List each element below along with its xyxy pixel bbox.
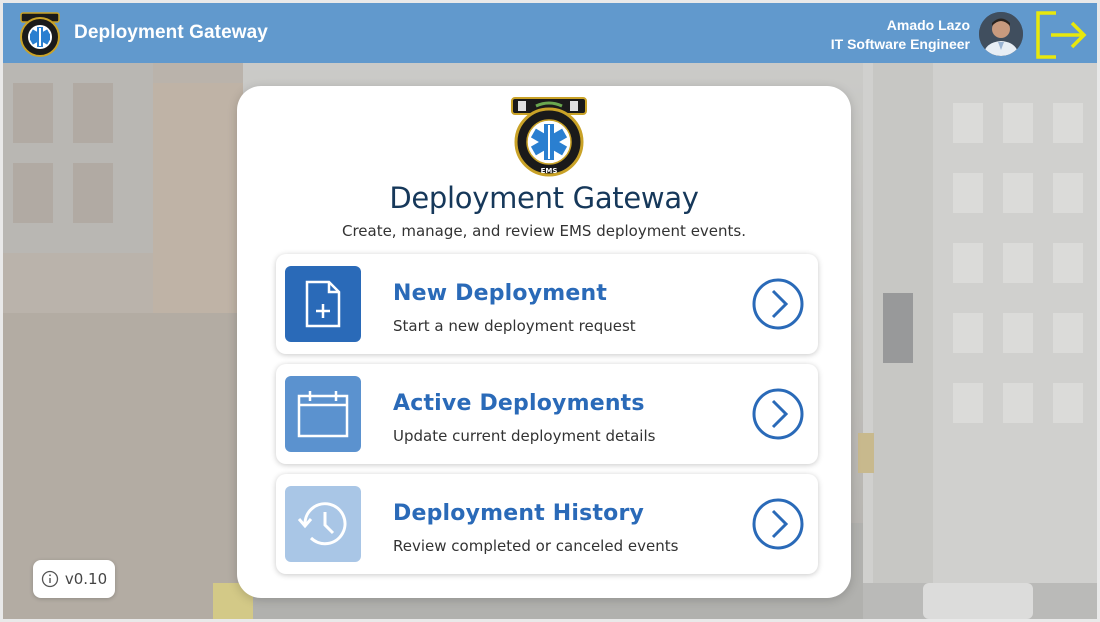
badge-bottom-text: EMS	[541, 167, 558, 175]
option-title: Active Deployments	[393, 391, 645, 416]
active-deployments-option[interactable]: Active Deployments Update current deploy…	[276, 364, 818, 464]
chevron-right-circle-icon[interactable]	[750, 386, 806, 442]
sign-out-icon[interactable]	[1034, 9, 1088, 61]
ems-badge-logo-icon: EMS	[511, 97, 587, 177]
avatar[interactable]	[979, 12, 1023, 56]
option-description: Update current deployment details	[393, 427, 656, 445]
user-photo	[979, 12, 1023, 56]
new-document-icon	[285, 266, 361, 342]
option-title: Deployment History	[393, 501, 645, 526]
chevron-right-circle-icon[interactable]	[750, 276, 806, 332]
version-badge[interactable]: v0.10	[33, 560, 115, 598]
version-label: v0.10	[64, 570, 108, 588]
page-subtitle: Create, manage, and review EMS deploymen…	[341, 222, 747, 240]
info-icon	[41, 570, 59, 588]
app-header: Deployment Gateway Amado Lazo IT Softwar…	[3, 3, 1097, 63]
history-icon	[285, 486, 361, 562]
deployment-history-option[interactable]: Deployment History Review completed or c…	[276, 474, 818, 574]
new-deployment-option[interactable]: New Deployment Start a new deployment re…	[276, 254, 818, 354]
user-role: IT Software Engineer	[830, 36, 970, 52]
option-title: New Deployment	[393, 281, 608, 306]
header-title: Deployment Gateway	[74, 22, 268, 43]
page-title: Deployment Gateway	[389, 181, 699, 215]
user-name: Amado Lazo	[886, 17, 970, 33]
calendar-icon	[285, 376, 361, 452]
option-description: Start a new deployment request	[393, 317, 636, 335]
option-description: Review completed or canceled events	[393, 537, 679, 555]
ems-logo-icon	[20, 12, 60, 57]
chevron-right-circle-icon[interactable]	[750, 496, 806, 552]
gateway-card: EMS Deployment Gateway Create, manage, a…	[237, 86, 851, 598]
user-info: Amado Lazo IT Software Engineer	[831, 16, 970, 54]
